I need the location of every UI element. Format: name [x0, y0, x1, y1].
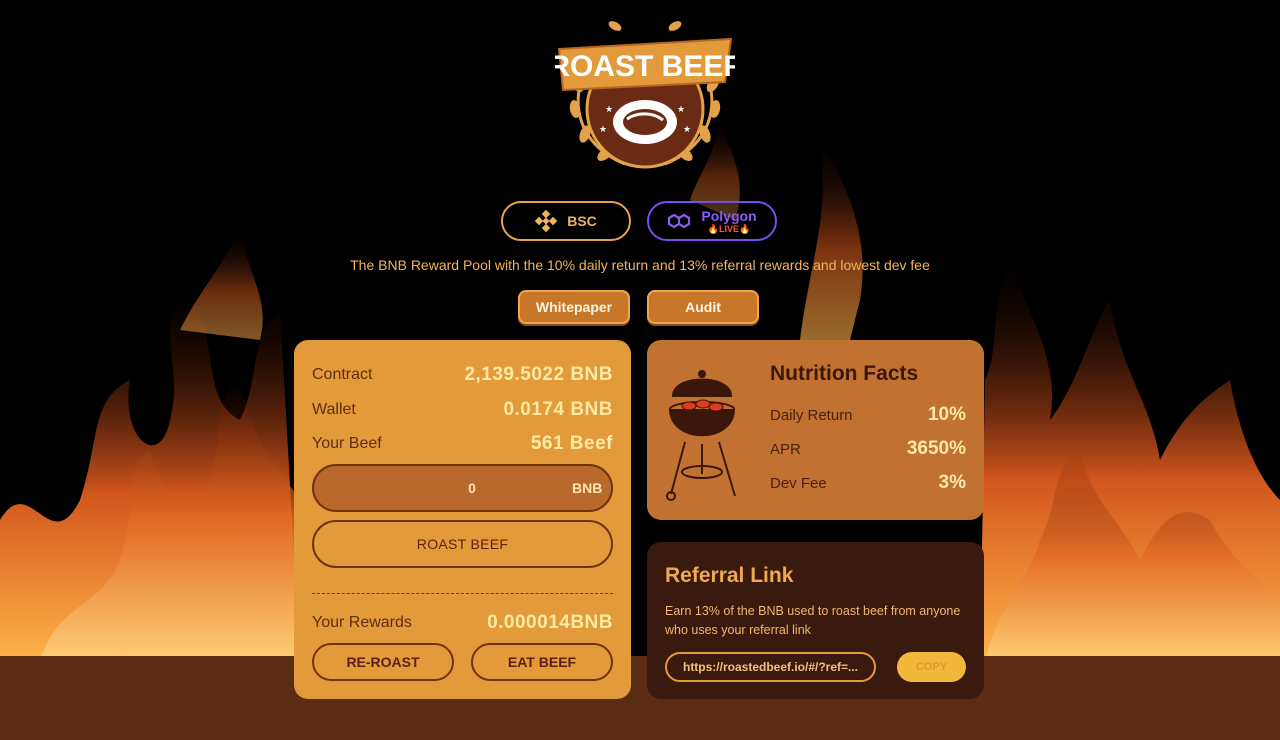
- contract-row: Contract 2,139.5022 BNB: [312, 364, 613, 386]
- dev-fee-row: Dev Fee 3%: [770, 472, 966, 494]
- apr-label: APR: [770, 440, 801, 458]
- apr-row: APR 3650%: [770, 438, 966, 460]
- beef-label: Your Beef: [312, 435, 382, 452]
- dev-fee-value: 3%: [938, 472, 966, 493]
- daily-return-label: Daily Return: [770, 406, 853, 424]
- binance-icon: [535, 210, 558, 232]
- nutrition-title: Nutrition Facts: [770, 362, 919, 385]
- logo-text: ROAST BEEF: [555, 50, 735, 83]
- bsc-label: BSC: [567, 213, 597, 229]
- audit-button[interactable]: Audit: [647, 290, 759, 324]
- wallet-value: 0.0174 BNB: [503, 399, 613, 420]
- eat-beef-button[interactable]: EAT BEEF: [471, 643, 613, 681]
- svg-text:★: ★: [605, 104, 613, 114]
- ground: [0, 656, 1280, 740]
- re-roast-button[interactable]: RE-ROAST: [312, 643, 454, 681]
- dev-fee-label: Dev Fee: [770, 474, 827, 492]
- polygon-label: Polygon: [701, 207, 757, 224]
- nutrition-card: Nutrition Facts Daily Return 10% APR 365…: [647, 340, 984, 520]
- roast-card: Contract 2,139.5022 BNB Wallet 0.0174 BN…: [294, 340, 631, 699]
- amount-input[interactable]: [314, 479, 572, 497]
- daily-return-value: 10%: [927, 404, 966, 425]
- svg-text:★: ★: [677, 104, 685, 114]
- grill-icon: [666, 370, 736, 501]
- copy-button[interactable]: COPY: [897, 652, 966, 682]
- referral-title: Referral Link: [665, 564, 794, 587]
- whitepaper-button[interactable]: Whitepaper: [518, 290, 630, 324]
- referral-card: Referral Link Earn 13% of the BNB used t…: [647, 542, 984, 699]
- referral-link-field[interactable]: https://roastedbeef.io/#/?ref=...: [665, 652, 876, 682]
- rewards-value: 0.000014BNB: [487, 612, 613, 633]
- divider: [312, 593, 613, 594]
- svg-text:★: ★: [599, 124, 607, 134]
- contract-label: Contract: [312, 366, 373, 383]
- contract-value: 2,139.5022 BNB: [464, 364, 613, 385]
- amount-field: BNB: [312, 464, 613, 512]
- referral-description: Earn 13% of the BNB used to roast beef f…: [665, 604, 961, 637]
- wallet-label: Wallet: [312, 401, 356, 418]
- wallet-row: Wallet 0.0174 BNB: [312, 399, 613, 421]
- amount-unit: BNB: [572, 480, 603, 496]
- polygon-network-button[interactable]: Polygon 🔥LIVE🔥: [647, 201, 777, 241]
- svg-text:★: ★: [683, 124, 691, 134]
- beef-value: 561 Beef: [530, 433, 613, 454]
- beef-row: Your Beef 561 Beef: [312, 433, 613, 455]
- roast-beef-logo: ROAST BEEF ★ ★ ★ ★: [548, 14, 742, 174]
- daily-return-row: Daily Return 10%: [770, 404, 966, 426]
- polygon-icon: [668, 213, 691, 229]
- rewards-label: Your Rewards: [312, 614, 412, 631]
- rewards-row: Your Rewards 0.000014BNB: [312, 612, 613, 634]
- polygon-live-badge: 🔥LIVE🔥: [707, 223, 751, 234]
- tagline: The BNB Reward Pool with the 10% daily r…: [350, 257, 930, 273]
- roast-beef-button[interactable]: ROAST BEEF: [312, 520, 613, 568]
- apr-value: 3650%: [906, 438, 966, 459]
- bsc-network-button[interactable]: BSC: [501, 201, 631, 241]
